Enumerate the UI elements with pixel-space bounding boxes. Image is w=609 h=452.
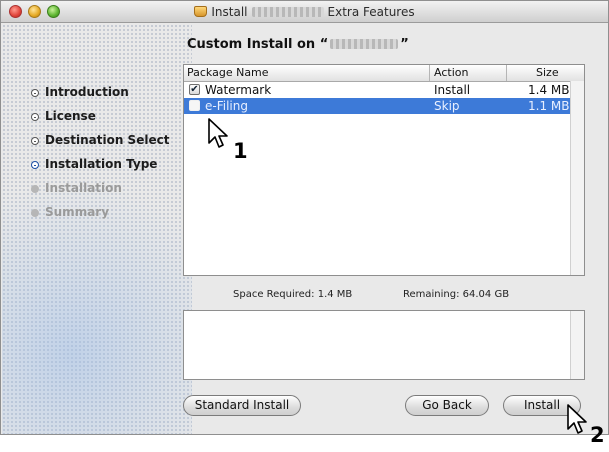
callout-number-one: 1 (233, 139, 248, 163)
step-label: Installation Type (45, 157, 158, 171)
step-bullet-icon (31, 137, 39, 145)
step-label: Introduction (45, 85, 129, 99)
e-filing-checkbox[interactable] (189, 100, 200, 111)
space-remaining-text: Remaining: 64.04 GB (403, 289, 510, 300)
package-size: 1.1 MB (528, 99, 570, 113)
mouse-pointer-icon: 1 (207, 117, 248, 163)
mouse-pointer-icon: 2 (566, 403, 605, 447)
installer-window: Install Extra Features Introduction Licen… (0, 0, 609, 435)
step-label: License (45, 109, 96, 123)
step-bullet-icon (31, 113, 39, 121)
table-scrollbar[interactable] (570, 81, 584, 275)
package-row-e-filing[interactable]: e-Filing Skip 1.1 MB (184, 98, 570, 114)
page-title: Custom Install on “ ” (187, 37, 409, 52)
go-back-button[interactable]: Go Back (405, 395, 489, 416)
page-title-prefix: Custom Install on “ (187, 37, 329, 52)
page-title-suffix: ” (400, 37, 409, 52)
column-header-size[interactable]: Size (536, 66, 559, 79)
window-title: Install Extra Features (1, 5, 608, 19)
window-title-suffix: Extra Features (327, 5, 415, 19)
redacted-product-name (251, 7, 324, 17)
standard-install-button[interactable]: Standard Install (183, 395, 301, 416)
step-pending-bullet-icon (31, 209, 39, 217)
installer-package-icon (194, 6, 208, 17)
window-title-prefix: Install (211, 5, 248, 19)
callout-number-two: 2 (590, 423, 605, 447)
package-description-pane (183, 310, 585, 380)
step-pending-bullet-icon (31, 185, 39, 193)
redacted-volume-name (330, 39, 399, 49)
step-label: Summary (45, 205, 110, 219)
disk-space-info: Space Required: 1.4 MB Remaining: 64.04 … (233, 289, 509, 300)
step-bullet-icon (31, 89, 39, 97)
step-label: Destination Select (45, 133, 170, 147)
package-table: Package Name Action Size ✔ Watermark Ins… (183, 64, 585, 276)
title-bar[interactable]: Install Extra Features (1, 1, 608, 23)
package-name: e-Filing (205, 99, 248, 113)
step-label: Installation (45, 181, 122, 195)
package-action: Install (434, 83, 471, 97)
watermark-checkbox[interactable]: ✔ (189, 84, 200, 95)
description-scrollbar[interactable] (570, 311, 584, 379)
package-name: Watermark (205, 83, 272, 97)
package-size: 1.4 MB (528, 83, 570, 97)
step-current-bullet-icon (31, 161, 39, 169)
table-header: Package Name Action Size (184, 65, 584, 82)
space-required-text: Space Required: 1.4 MB (233, 289, 353, 300)
package-row-watermark[interactable]: ✔ Watermark Install 1.4 MB (184, 82, 570, 98)
package-action: Skip (434, 99, 460, 113)
column-header-action[interactable]: Action (434, 66, 468, 79)
column-header-package-name[interactable]: Package Name (187, 66, 269, 79)
